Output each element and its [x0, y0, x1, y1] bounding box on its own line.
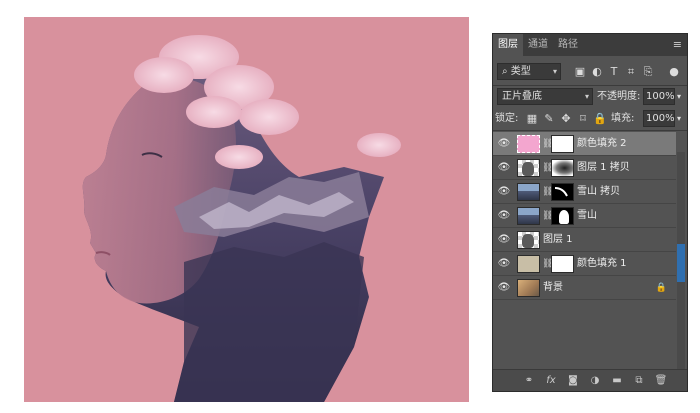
- trash-icon[interactable]: 🗑: [653, 370, 669, 391]
- folder-icon[interactable]: ▬: [609, 370, 625, 391]
- layer-row[interactable]: 👁 ⛓ 雪山: [493, 204, 676, 228]
- search-icon: ⌕: [502, 66, 508, 77]
- layer-row[interactable]: 👁 ⛓ 雪山 拷贝: [493, 180, 676, 204]
- shape-filter-icon[interactable]: ⌗: [624, 63, 638, 80]
- chevron-down-icon: ▾: [584, 92, 589, 101]
- lock-label: 锁定:: [495, 113, 519, 124]
- layer-thumbnail: [517, 207, 540, 225]
- layer-thumbnail: [517, 279, 540, 297]
- filter-kind-label: 类型: [510, 66, 531, 77]
- layer-row[interactable]: 👁 背景 🔒: [493, 276, 676, 300]
- visibility-eye-icon[interactable]: 👁: [497, 233, 511, 247]
- lock-row: 锁定: ▦ ✎ ✥ ⌑ 🔒 填充: 100% ▾: [493, 110, 687, 127]
- mask-icon[interactable]: ◙: [565, 370, 581, 391]
- panel-tabs: 图层 通道 路径 ≡: [493, 34, 687, 56]
- layer-mask-thumbnail[interactable]: [551, 159, 574, 177]
- layer-mask-thumbnail[interactable]: [551, 135, 574, 153]
- link-icon[interactable]: ⛓: [542, 137, 553, 151]
- cloud: [186, 96, 242, 128]
- layer-mask-thumbnail[interactable]: [551, 207, 574, 225]
- double-exposure-artwork: [82, 35, 401, 402]
- cloud: [239, 99, 299, 135]
- layer-row[interactable]: 👁 ⛓ 颜色填充 2: [493, 132, 676, 156]
- layer-thumbnail: [517, 159, 540, 177]
- layer-name: 雪山: [577, 210, 597, 221]
- scrollbar-thumb[interactable]: [677, 244, 685, 282]
- opacity-input[interactable]: 100%: [643, 88, 675, 105]
- visibility-eye-icon[interactable]: 👁: [497, 257, 511, 271]
- layer-name: 背景: [543, 282, 563, 293]
- divider: [493, 85, 687, 86]
- new-layer-icon[interactable]: ⧉: [631, 370, 647, 391]
- adjustment-icon[interactable]: ◑: [587, 370, 603, 391]
- layer-name: 图层 1: [543, 234, 573, 245]
- lock-position-icon[interactable]: ✥: [559, 110, 573, 127]
- layer-thumbnail: [517, 231, 540, 249]
- visibility-eye-icon[interactable]: 👁: [497, 161, 511, 175]
- layer-name: 颜色填充 1: [577, 258, 627, 269]
- panel-bottom-toolbar: ⚭ fx ◙ ◑ ▬ ⧉ 🗑: [493, 369, 687, 391]
- layer-name: 颜色填充 2: [577, 138, 627, 149]
- link-icon[interactable]: ⚭: [521, 370, 537, 391]
- lock-pixels-icon[interactable]: ✎: [542, 110, 556, 127]
- document-canvas[interactable]: [24, 17, 469, 402]
- blend-row: 正片叠底 ▾ 不透明度: 100% ▾: [493, 88, 687, 105]
- fx-icon[interactable]: fx: [543, 370, 559, 391]
- adjustment-filter-icon[interactable]: ◐: [590, 63, 604, 80]
- blend-mode-value: 正片叠底: [502, 91, 542, 102]
- link-icon[interactable]: ⛓: [542, 161, 553, 175]
- visibility-eye-icon[interactable]: 👁: [497, 281, 511, 295]
- visibility-eye-icon[interactable]: 👁: [497, 137, 511, 151]
- chevron-down-icon[interactable]: ▾: [677, 110, 681, 127]
- fill-input[interactable]: 100%: [643, 110, 675, 127]
- layer-row[interactable]: 👁 ⛓ 颜色填充 1: [493, 252, 676, 276]
- filter-row: ⌕ 类型 ▾ ▣ ◐ T ⌗ ⎘ ●: [493, 63, 687, 80]
- layer-thumbnail: [517, 255, 540, 273]
- link-icon[interactable]: ⛓: [542, 185, 553, 199]
- layer-name: 雪山 拷贝: [577, 186, 621, 197]
- layer-mask-thumbnail[interactable]: [551, 255, 574, 273]
- layer-name: 图层 1 拷贝: [577, 162, 630, 173]
- layer-thumbnail: [517, 183, 540, 201]
- tab-layers[interactable]: 图层: [493, 34, 523, 56]
- blend-mode-select[interactable]: 正片叠底 ▾: [497, 88, 593, 105]
- link-icon[interactable]: ⛓: [542, 209, 553, 223]
- layer-mask-thumbnail[interactable]: [551, 183, 574, 201]
- link-icon[interactable]: ⛓: [542, 257, 553, 271]
- layer-row[interactable]: 👁 ⛓ 图层 1 拷贝: [493, 156, 676, 180]
- menu-icon[interactable]: ≡: [673, 34, 682, 56]
- chevron-down-icon[interactable]: ▾: [677, 88, 681, 105]
- visibility-eye-icon[interactable]: 👁: [497, 209, 511, 223]
- cloud: [357, 133, 401, 157]
- smart-object-filter-icon[interactable]: ⎘: [641, 63, 655, 80]
- layers-panel: 图层 通道 路径 ≡ ⌕ 类型 ▾ ▣ ◐ T ⌗ ⎘ ● 正片叠底 ▾ 不透明…: [492, 33, 688, 392]
- cloud: [215, 145, 263, 169]
- filter-toggle-icon[interactable]: ●: [667, 63, 681, 80]
- tab-channels[interactable]: 通道: [523, 34, 553, 56]
- cloud: [134, 57, 194, 93]
- lock-icon: 🔒: [655, 283, 667, 293]
- lock-transparency-icon[interactable]: ▦: [525, 110, 539, 127]
- divider: [493, 130, 687, 131]
- layer-row[interactable]: 👁 图层 1: [493, 228, 676, 252]
- chevron-down-icon: ▾: [552, 67, 557, 76]
- mountain-lower: [174, 242, 364, 402]
- type-filter-icon[interactable]: T: [607, 63, 621, 80]
- filter-kind-select[interactable]: ⌕ 类型 ▾: [497, 63, 561, 80]
- fill-label: 填充:: [611, 113, 635, 124]
- visibility-eye-icon[interactable]: 👁: [497, 185, 511, 199]
- lock-artboard-icon[interactable]: ⌑: [576, 110, 590, 127]
- image-filter-icon[interactable]: ▣: [573, 63, 587, 80]
- tab-paths[interactable]: 路径: [553, 34, 583, 56]
- lock-all-icon[interactable]: 🔒: [593, 110, 607, 127]
- layer-thumbnail: [517, 135, 540, 153]
- opacity-label: 不透明度:: [597, 91, 641, 102]
